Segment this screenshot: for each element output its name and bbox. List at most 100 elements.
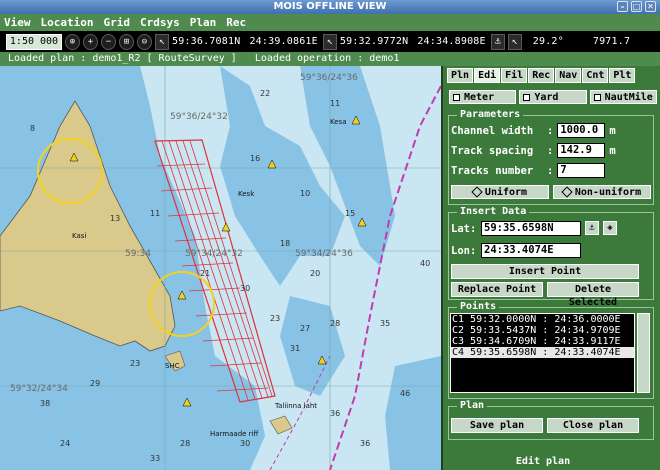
lat-label: Lat:: [451, 222, 477, 235]
grid-label-ne: 59°36/24°36: [300, 73, 358, 83]
non-uniform-radio-icon: [561, 186, 573, 198]
zoom-fit-icon[interactable]: ⊕: [65, 33, 80, 50]
status-line: Loaded plan : demo1_R2 [ RouteSurvey ] L…: [0, 52, 660, 66]
radio-nautmile-icon: [593, 93, 601, 101]
svg-text:Kesa: Kesa: [330, 118, 347, 126]
menu-plan[interactable]: Plan: [190, 16, 217, 29]
svg-text:18: 18: [280, 239, 290, 248]
loaded-operation-label: Loaded operation :: [254, 53, 364, 64]
svg-text:23: 23: [270, 314, 280, 323]
anchor-icon: ⚓: [490, 33, 505, 50]
reference-latitude: 59:32.9772N: [339, 36, 409, 47]
save-plan-button[interactable]: Save plan: [451, 418, 543, 433]
unit-nautmile[interactable]: NautMile: [589, 90, 657, 104]
svg-text:11: 11: [330, 99, 340, 108]
svg-text:21: 21: [200, 269, 210, 278]
cursor-latitude: 59:36.7081N: [172, 36, 241, 47]
svg-text:29: 29: [90, 379, 100, 388]
radio-meter-icon: [453, 93, 460, 101]
anchor-pick-icon[interactable]: ⚓: [585, 221, 599, 235]
zoom-reset-icon[interactable]: ⊖: [137, 33, 152, 50]
svg-text:46: 46: [400, 389, 410, 398]
menu-view[interactable]: View: [4, 16, 31, 29]
svg-text:16: 16: [250, 154, 260, 163]
svg-text:30: 30: [240, 439, 250, 448]
svg-text:11: 11: [150, 209, 160, 218]
menu-rec[interactable]: Rec: [226, 16, 246, 29]
replace-point-button[interactable]: Replace Point: [451, 282, 543, 297]
svg-text:Kasi: Kasi: [72, 232, 86, 240]
window-titlebar: MOIS OFFLINE VIEW – □ ✕: [0, 0, 660, 14]
insert-point-button[interactable]: Insert Point: [451, 264, 639, 279]
scale-selector[interactable]: 1:50 000: [6, 33, 62, 50]
svg-text:35: 35: [380, 319, 390, 328]
menu-grid[interactable]: Grid: [103, 16, 130, 29]
track-spacing-row: Track spacing : 142.9 m: [451, 143, 616, 158]
svg-text:SHC: SHC: [165, 362, 180, 370]
tab-rec[interactable]: Rec: [528, 68, 555, 83]
window-title: MOIS OFFLINE VIEW: [273, 1, 387, 12]
tab-fil[interactable]: Fil: [501, 68, 528, 83]
minimize-button[interactable]: –: [617, 1, 628, 12]
uniform-option[interactable]: Uniform: [451, 185, 549, 199]
distance-value: 7971.7: [592, 36, 631, 47]
tracks-number-label: Tracks number: [451, 164, 534, 177]
svg-text:22: 22: [260, 89, 270, 98]
close-button[interactable]: ✕: [645, 1, 656, 12]
uniform-label: Uniform: [484, 186, 528, 198]
unit-yard[interactable]: Yard: [519, 90, 587, 104]
target-pick-icon[interactable]: ◈: [603, 221, 617, 235]
grid-label-sw: 59°32/24°34: [10, 384, 68, 394]
chart-canvas[interactable]: 8 13 11 22 11 16 10 15 18 20 38 29 23 24 28 30 33 3…: [0, 66, 441, 470]
nautical-chart[interactable]: 8 13 11 22 11 16 10 15 18 20 38 29 23 24 28 30 33 3…: [0, 66, 441, 470]
svg-text:15: 15: [345, 209, 355, 218]
unit-nautmile-label: NautMile: [604, 91, 653, 103]
unit-yard-label: Yard: [534, 91, 559, 103]
menu-crdsys[interactable]: Crdsys: [140, 16, 180, 29]
zoom-window-icon[interactable]: ⊞: [119, 33, 134, 50]
points-scrollbar[interactable]: [637, 313, 650, 393]
svg-text:20: 20: [310, 269, 320, 278]
lon-field[interactable]: 24:33.4074E: [481, 243, 581, 258]
svg-text:31: 31: [290, 344, 300, 353]
unit-meter[interactable]: Meter: [449, 90, 517, 104]
channel-width-field[interactable]: 1000.0: [557, 123, 606, 138]
delete-selected-button[interactable]: Delete Selected: [547, 282, 639, 308]
svg-text:Taliinna laht: Taliinna laht: [274, 402, 317, 410]
svg-text:23: 23: [130, 359, 140, 368]
maximize-button[interactable]: □: [631, 1, 642, 12]
close-plan-button[interactable]: Close plan: [547, 418, 639, 433]
non-uniform-option[interactable]: Non-uniform: [553, 185, 651, 199]
unit-meter-label: Meter: [464, 91, 495, 103]
loaded-operation-value: demo1: [369, 53, 400, 64]
svg-text:36: 36: [360, 439, 370, 448]
cursor-longitude: 24:39.0861E: [249, 36, 318, 47]
tab-pln[interactable]: Pln: [447, 68, 474, 83]
svg-text:28: 28: [330, 319, 340, 328]
point-item[interactable]: C2 59:33.5437N : 24:34.9709E: [451, 325, 634, 336]
tab-edi[interactable]: Edi: [474, 68, 501, 83]
lat-field[interactable]: 59:35.6598N: [481, 221, 581, 236]
grid-label-nw: 59°36/24°32: [170, 112, 228, 122]
non-uniform-label: Non-uniform: [574, 186, 642, 198]
tab-cnt[interactable]: Cnt: [582, 68, 609, 83]
zoom-out-icon[interactable]: −: [101, 33, 116, 50]
point-item[interactable]: C3 59:34.6709N : 24:33.9117E: [451, 336, 634, 347]
menu-bar: View Location Grid Crdsys Plan Rec: [0, 14, 660, 31]
distribution-selector: Uniform Non-uniform: [451, 185, 651, 199]
parameters-title: Parameters: [457, 109, 524, 120]
svg-text:36: 36: [330, 409, 340, 418]
zoom-in-icon[interactable]: +: [83, 33, 98, 50]
tab-bar: Pln Edi Fil Rec Nav Cnt Plt: [443, 66, 660, 83]
menu-location[interactable]: Location: [41, 16, 94, 29]
tab-plt[interactable]: Plt: [609, 68, 636, 83]
point-item[interactable]: C1 59:32.0000N : 24:36.0000E: [451, 314, 634, 325]
track-spacing-field[interactable]: 142.9: [557, 143, 606, 158]
point-item-selected[interactable]: C4 59:35.6598N : 24:33.4074E: [451, 347, 634, 358]
channel-width-unit: m: [609, 124, 616, 137]
points-list[interactable]: C1 59:32.0000N : 24:36.0000E C2 59:33.54…: [450, 313, 635, 393]
tracks-number-field[interactable]: 7: [557, 163, 606, 178]
tab-nav[interactable]: Nav: [555, 68, 582, 83]
lon-row: Lon: 24:33.4074E: [451, 243, 581, 258]
svg-text:Kesk: Kesk: [238, 190, 255, 198]
